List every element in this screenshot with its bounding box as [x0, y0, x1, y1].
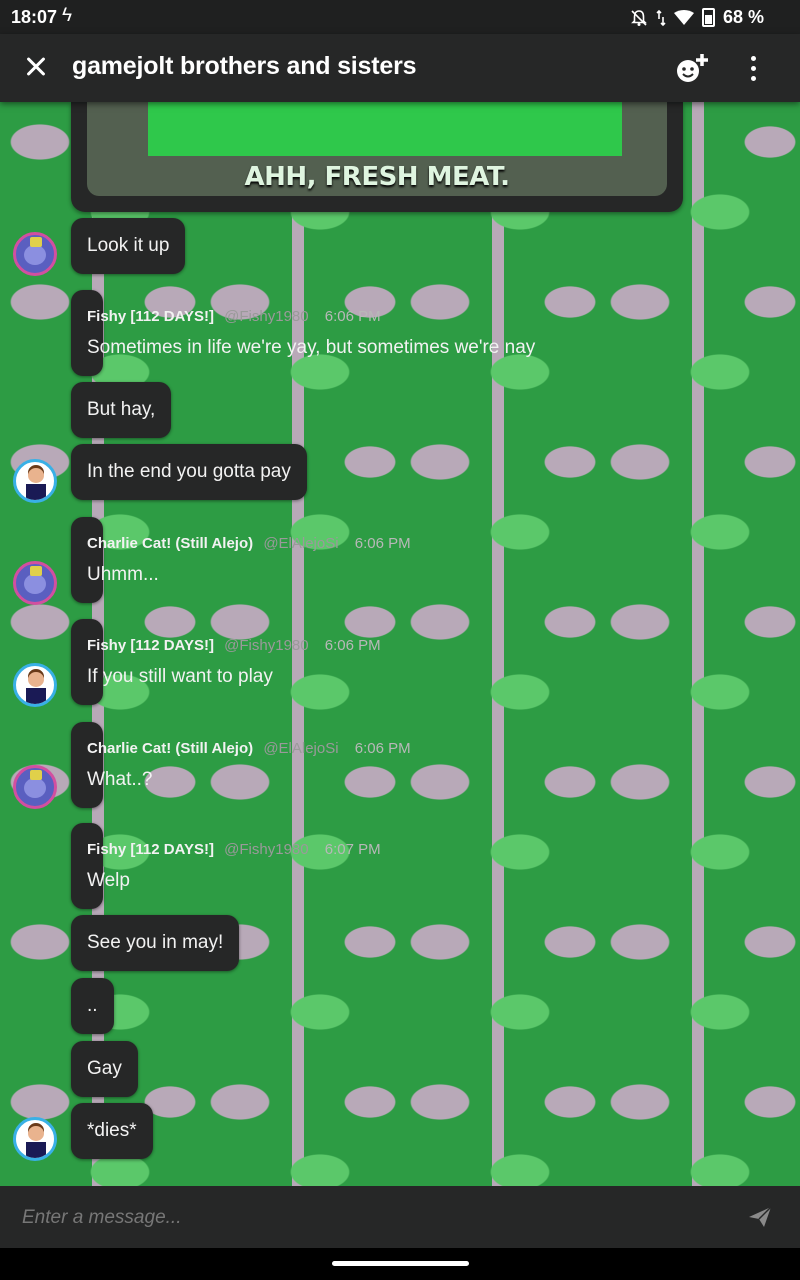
message-bubble[interactable]: Fishy [112 DAYS!] @Fishy1980 6:06 PM If … [71, 619, 381, 705]
add-member-icon[interactable] [674, 52, 710, 86]
message-bubble[interactable]: Charlie Cat! (Still Alejo) @ElAlejoSi 6:… [71, 517, 411, 603]
message-handle: @Fishy1980 [224, 308, 309, 325]
battery-icon [701, 8, 715, 27]
message-text: Look it up [87, 235, 170, 256]
message-time: 6:06 PM [354, 740, 411, 757]
message-text: Sometimes in life we're yay, but sometim… [87, 337, 536, 358]
message-text: See you in may! [87, 932, 224, 953]
message-bubble[interactable]: But hay, [71, 382, 172, 438]
message-bubble[interactable]: Fishy [112 DAYS!] @Fishy1980 6:07 PM Wel… [71, 823, 381, 909]
message-username[interactable]: Charlie Cat! (Still Alejo) [87, 535, 253, 552]
flash-icon: ϟ [62, 5, 73, 26]
avatar[interactable] [13, 765, 57, 809]
image-caption: AHH, FRESH MEAT. [244, 162, 510, 192]
image-preview[interactable]: AHH, FRESH MEAT. [87, 102, 667, 196]
message-username[interactable]: Charlie Cat! (Still Alejo) [87, 740, 253, 757]
message-bubble[interactable]: Charlie Cat! (Still Alejo) @ElAlejoSi 6:… [71, 722, 411, 808]
message-bubble[interactable]: Look it up [71, 218, 186, 274]
avatar[interactable] [13, 663, 57, 707]
status-icons: 68 % [630, 7, 764, 28]
app-bar: gamejolt brothers and sisters [0, 34, 800, 102]
message-handle: @ElAlejoSi [263, 535, 339, 552]
message-bubble[interactable]: In the end you gotta pay [71, 444, 307, 500]
message-text: .. [87, 995, 98, 1016]
message-composer [0, 1186, 800, 1248]
message-text: *dies* [87, 1120, 137, 1141]
message-bubble[interactable]: .. [71, 978, 114, 1034]
message-time: 6:06 PM [324, 637, 381, 654]
avatar[interactable] [13, 561, 57, 605]
image-message[interactable]: AHH, FRESH MEAT. [71, 102, 683, 212]
message-meta: Charlie Cat! (Still Alejo) @ElAlejoSi 6:… [87, 535, 411, 552]
message-handle: @Fishy1980 [224, 637, 309, 654]
message-time: 6:06 PM [324, 308, 381, 325]
home-gesture-pill[interactable] [332, 1261, 469, 1266]
image-green-area [148, 102, 622, 156]
chat-message-list[interactable]: AHH, FRESH MEAT. Look it up Fishy [112 D… [0, 102, 800, 1186]
status-bar: 18:07 ϟ 68 % [0, 0, 800, 34]
message-text: Uhmm... [87, 564, 159, 585]
battery-percent: 68 % [722, 7, 764, 27]
message-handle: @ElAlejoSi [263, 740, 339, 757]
message-text: What..? [87, 769, 153, 790]
message-meta: Fishy [112 DAYS!] @Fishy1980 6:06 PM [87, 308, 381, 325]
status-time: 18:07 [11, 7, 58, 27]
message-time: 6:06 PM [354, 535, 411, 552]
avatar[interactable] [13, 1117, 57, 1161]
close-icon[interactable] [22, 50, 50, 82]
message-bubble[interactable]: *dies* [71, 1103, 153, 1159]
data-arrows-icon [656, 9, 666, 26]
message-bubble[interactable]: Fishy [112 DAYS!] @Fishy1980 6:06 PM Som… [71, 290, 535, 376]
message-handle: @Fishy1980 [224, 841, 309, 858]
message-bubble[interactable]: Gay [71, 1041, 138, 1097]
message-bubble[interactable]: See you in may! [71, 915, 240, 971]
message-text: But hay, [87, 399, 156, 420]
kebab-menu-icon[interactable] [746, 54, 760, 82]
send-icon[interactable] [748, 1206, 772, 1228]
message-text: If you still want to play [87, 666, 273, 687]
message-meta: Fishy [112 DAYS!] @Fishy1980 6:06 PM [87, 637, 381, 654]
message-text: Welp [87, 870, 130, 891]
message-time: 6:07 PM [324, 841, 381, 858]
avatar[interactable] [13, 459, 57, 503]
wifi-icon [673, 9, 694, 25]
message-text: Gay [87, 1058, 122, 1079]
notifications-off-icon [631, 9, 647, 26]
system-nav-bar [0, 1248, 800, 1280]
chat-title: gamejolt brothers and sisters [72, 52, 417, 80]
message-username[interactable]: Fishy [112 DAYS!] [87, 841, 214, 858]
message-input[interactable] [20, 1200, 724, 1236]
avatar[interactable] [13, 232, 57, 276]
message-meta: Charlie Cat! (Still Alejo) @ElAlejoSi 6:… [87, 740, 411, 757]
message-username[interactable]: Fishy [112 DAYS!] [87, 637, 214, 654]
message-meta: Fishy [112 DAYS!] @Fishy1980 6:07 PM [87, 841, 381, 858]
message-text: In the end you gotta pay [87, 461, 291, 482]
message-username[interactable]: Fishy [112 DAYS!] [87, 308, 214, 325]
